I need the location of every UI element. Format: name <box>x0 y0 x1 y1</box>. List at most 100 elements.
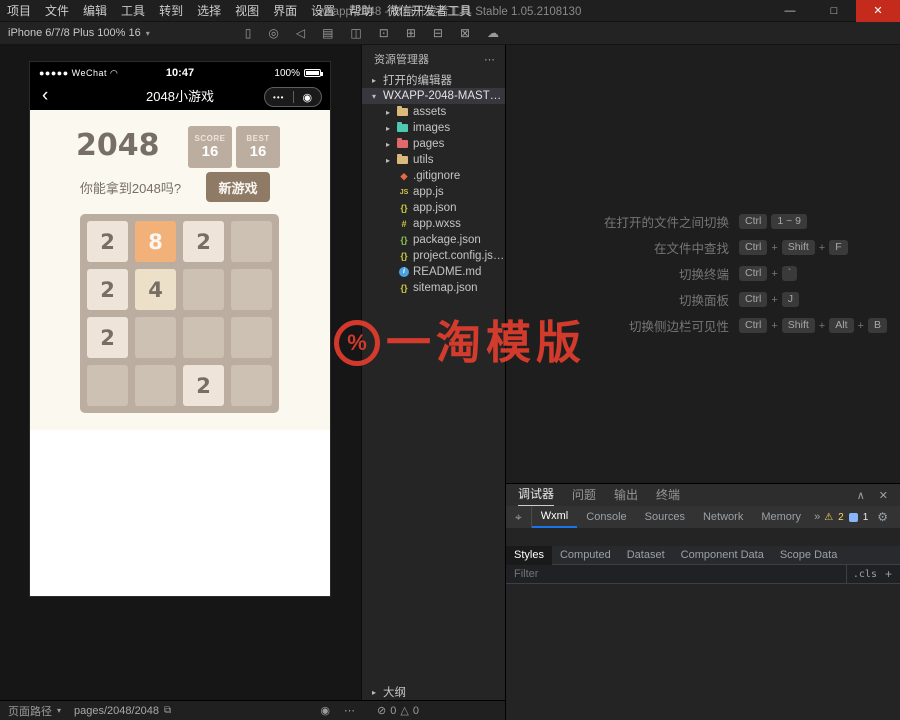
tree-item-gitignore[interactable]: ◆ .gitignore <box>362 168 505 184</box>
maximize-button[interactable]: □ <box>812 0 856 22</box>
menu-interface[interactable]: 界面 <box>266 0 304 22</box>
explorer-panel: 资源管理器 ⋯ ▸ 打开的编辑器 ▾ WXAPP-2048-MASTER ▸ <box>361 45 505 700</box>
tree-item-sitemap[interactable]: {} sitemap.json <box>362 280 505 296</box>
folder-icon <box>397 108 408 116</box>
compile-icon[interactable]: ◎ <box>268 22 278 45</box>
tree-item-assets[interactable]: ▸ assets <box>362 104 505 120</box>
tab-terminal[interactable]: 终端 <box>656 485 680 506</box>
phone-nav-bar: ‹ 2048小游戏 ••• ◉ <box>30 84 330 110</box>
devtools-window: 项目 文件 编辑 工具 转到 选择 视图 界面 设置 帮助 微信开发者工具 wx… <box>0 0 900 720</box>
grid-close-icon[interactable]: ⊠ <box>460 22 470 45</box>
inspect-tool-icon[interactable]: ⊡ <box>379 22 389 45</box>
tab-scope-data[interactable]: Scope Data <box>772 546 845 565</box>
chevron-right-icon: ▸ <box>386 124 397 133</box>
minimize-button[interactable]: — <box>768 0 812 22</box>
device-selector[interactable]: iPhone 6/7/8 Plus 100% 16 ▾ <box>0 27 150 39</box>
tree-item-project-config[interactable]: {} project.config.json <box>362 248 505 264</box>
problems-status[interactable]: ⊘ 0 △ 0 <box>361 704 505 717</box>
menu-file[interactable]: 文件 <box>38 0 76 22</box>
chevron-right-icon: ▸ <box>372 76 383 85</box>
page-path-label[interactable]: 页面路径 <box>8 703 52 719</box>
new-game-button[interactable]: 新游戏 <box>206 172 270 202</box>
game-tile: 2 <box>183 221 224 262</box>
capsule-exit-icon[interactable]: ◉ <box>294 91 322 104</box>
warning-icon: ⚠ <box>824 512 833 523</box>
tree-item-app-json[interactable]: {} app.json <box>362 200 505 216</box>
menu-view[interactable]: 视图 <box>228 0 266 22</box>
chevron-right-icon: ▸ <box>372 688 383 697</box>
cls-button[interactable]: .cls <box>846 565 883 584</box>
tab-component-data[interactable]: Component Data <box>673 546 772 565</box>
preview-icon[interactable]: ◁ <box>296 22 305 45</box>
outline-section[interactable]: ▸ 大纲 <box>362 684 505 700</box>
tree-item-app-wxss[interactable]: # app.wxss <box>362 216 505 232</box>
capsule-more-icon[interactable]: ••• <box>265 93 293 102</box>
battery-icon <box>304 69 321 77</box>
gear-icon[interactable]: ⚙ <box>877 510 888 524</box>
game-tile <box>87 365 128 406</box>
tab-memory[interactable]: Memory <box>752 507 810 527</box>
menu-tools[interactable]: 工具 <box>114 0 152 22</box>
menu-wechat-devtools[interactable]: 微信开发者工具 <box>380 0 478 22</box>
tree-item-readme[interactable]: i README.md <box>362 264 505 280</box>
readme-info-icon: i <box>399 267 409 277</box>
folder-icon <box>397 124 408 132</box>
tab-computed[interactable]: Computed <box>552 546 619 565</box>
eye-icon[interactable]: ◉ <box>320 704 330 717</box>
tree-item-app-js[interactable]: JS app.js <box>362 184 505 200</box>
tab-network[interactable]: Network <box>694 507 752 527</box>
menu-edit[interactable]: 编辑 <box>76 0 114 22</box>
collapse-icon[interactable]: ∧ <box>857 489 865 502</box>
cloud-upload-icon[interactable]: ☁ <box>487 22 499 45</box>
menu-settings[interactable]: 设置 <box>304 0 342 22</box>
tree-item-images[interactable]: ▸ images <box>362 120 505 136</box>
tree-item-package-json[interactable]: {} package.json <box>362 232 505 248</box>
open-editors-section[interactable]: ▸ 打开的编辑器 <box>362 72 505 88</box>
chevron-right-icon: ▸ <box>386 140 397 149</box>
tab-debugger[interactable]: 调试器 <box>518 484 554 506</box>
game-board[interactable]: 2 8 2 2 4 2 <box>80 214 279 413</box>
tab-problems[interactable]: 问题 <box>572 485 596 506</box>
key-badge: 1 ~ 9 <box>771 214 807 229</box>
tree-root[interactable]: ▾ WXAPP-2048-MASTER <box>362 88 505 104</box>
tab-sources[interactable]: Sources <box>636 507 694 527</box>
tab-dataset[interactable]: Dataset <box>619 546 673 565</box>
close-icon[interactable]: ✕ <box>879 489 888 502</box>
key-badge: B <box>868 318 887 333</box>
device-icon[interactable]: ▯ <box>245 22 252 45</box>
game-tile: 2 <box>183 365 224 406</box>
close-button[interactable]: ✕ <box>856 0 900 22</box>
game-area: 2048 SCORE 16 BEST 16 你能拿到2048吗? 新游戏 <box>30 110 330 430</box>
game-tile <box>135 317 176 358</box>
filter-input[interactable] <box>506 568 846 580</box>
game-question: 你能拿到2048吗? <box>48 178 213 197</box>
storage-icon[interactable]: ◫ <box>350 22 361 45</box>
key-badge: Ctrl <box>739 214 767 229</box>
more-icon[interactable]: ⋯ <box>344 704 355 717</box>
overflow-tabs-icon[interactable]: » <box>810 511 824 523</box>
add-style-icon[interactable]: + <box>883 567 900 581</box>
menu-select[interactable]: 选择 <box>190 0 228 22</box>
page-path-value: pages/2048/2048 <box>74 705 159 717</box>
tree-item-pages[interactable]: ▸ pages <box>362 136 505 152</box>
tab-output[interactable]: 输出 <box>614 485 638 506</box>
tab-console[interactable]: Console <box>577 507 635 527</box>
grid-add-icon[interactable]: ⊞ <box>406 22 416 45</box>
more-icon[interactable]: ⋯ <box>484 53 495 66</box>
tab-wxml[interactable]: Wxml <box>532 506 578 528</box>
tree-item-utils[interactable]: ▸ utils <box>362 152 505 168</box>
grid-minus-icon[interactable]: ⊟ <box>433 22 443 45</box>
key-badge: J <box>782 292 799 307</box>
menu-project[interactable]: 项目 <box>0 0 38 22</box>
tab-styles[interactable]: Styles <box>506 546 552 565</box>
copy-icon[interactable]: ⧉ <box>164 705 171 716</box>
phone-screen: ●●●●● WeChat ◠ 10:47 100% ‹ 2048小游戏 <box>30 62 330 596</box>
menu-goto[interactable]: 转到 <box>152 0 190 22</box>
chevron-down-icon: ▾ <box>372 92 383 101</box>
styles-content-area <box>506 584 900 720</box>
panel-icon[interactable]: ▤ <box>322 22 333 45</box>
menu-help[interactable]: 帮助 <box>342 0 380 22</box>
inspect-element-icon[interactable]: ⌖ <box>506 506 532 528</box>
json-file-icon: {} <box>397 203 411 213</box>
key-badge: Ctrl <box>739 266 767 281</box>
